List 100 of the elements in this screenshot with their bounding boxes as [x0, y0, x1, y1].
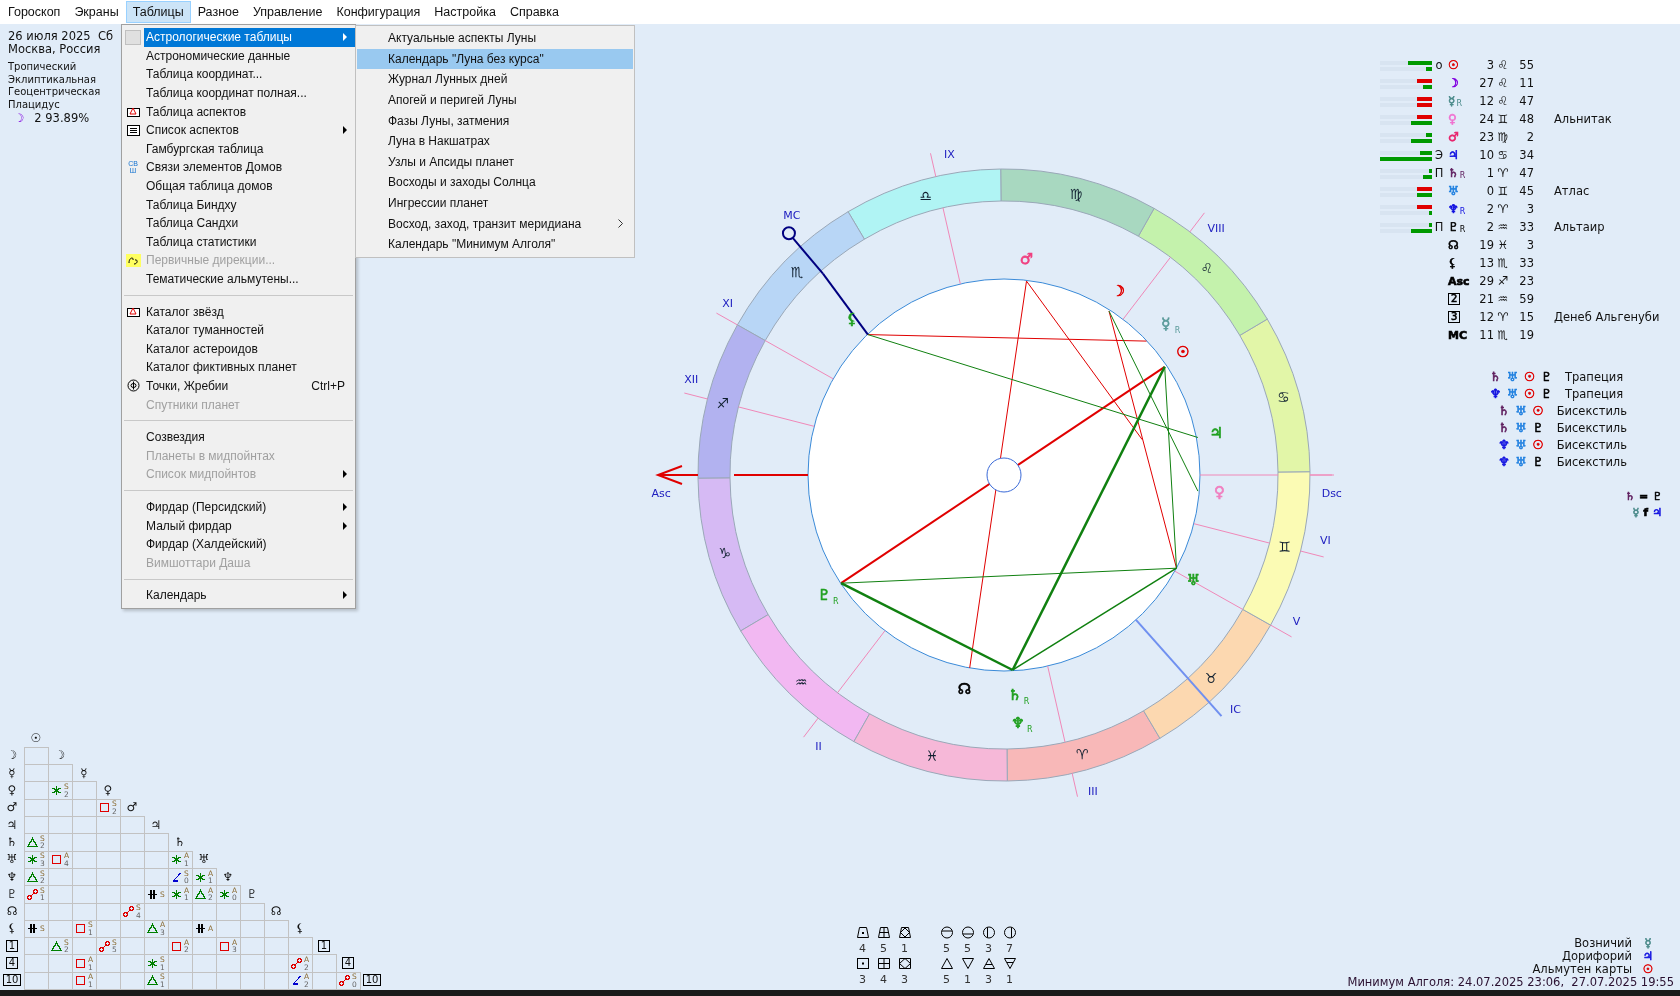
menu-item[interactable]: Узлы и Апсиды планет	[357, 151, 633, 173]
planet-glyph: ♇	[1540, 369, 1553, 384]
house-line	[837, 630, 886, 694]
sign-glyph: ♎	[919, 187, 933, 204]
menu-item[interactable]: Тематические альмутены...	[122, 269, 355, 289]
menu-item[interactable]: Малый фирдар	[122, 516, 355, 535]
menu-item[interactable]: Апогей и перигей Луны	[357, 89, 633, 111]
sign-glyph: ♋	[1277, 388, 1290, 405]
planet-glyph: ♄	[1497, 403, 1511, 418]
menu-item[interactable]: Луна в Накшатрах	[357, 130, 633, 152]
house-line	[1189, 212, 1205, 233]
menu-item[interactable]: Календарь "Минимум Алголя"	[357, 233, 633, 255]
minute-value: 19	[1518, 328, 1534, 342]
menu-item[interactable]: Каталог астероидов	[122, 339, 355, 359]
planet-glyph: ☿	[1643, 935, 1653, 950]
legend-symbol: ♇	[1652, 490, 1662, 505]
menu-item[interactable]: Таблица Биндху	[122, 195, 355, 214]
menu-bar-item[interactable]: Справка	[502, 1, 566, 23]
menu-item[interactable]: Восходы и заходы Солнца	[357, 172, 633, 193]
menu-item[interactable]: Календарь	[122, 586, 355, 605]
menu-item[interactable]: Каталог туманностей	[122, 320, 355, 340]
menu-item[interactable]: Актуальные аспекты Луны	[357, 28, 633, 49]
menu-item[interactable]: Фирдар (Персидский)	[122, 497, 355, 517]
menu-bar-item[interactable]: Разное	[190, 1, 246, 23]
chart-setting: Тропический	[8, 61, 77, 74]
planet-glyph: ♅	[1514, 437, 1528, 452]
planet-glyph: ♃	[1448, 148, 1459, 162]
menu-bar-item[interactable]: Настройка	[427, 1, 503, 23]
planet-glyph: ♄	[1007, 685, 1022, 704]
menu-item[interactable]: Таблица статистики	[122, 232, 355, 252]
degree-value: 11	[1478, 328, 1494, 342]
chart-setting: Плацидус	[8, 98, 60, 111]
menu-bar-item[interactable]: Гороскоп	[1, 1, 68, 23]
menu-item[interactable]: Таблица координат...	[122, 65, 355, 84]
planet-glyph: ♇	[1531, 454, 1545, 469]
summary-label: Дорифорий	[1562, 948, 1632, 963]
row-label: ☽	[5, 747, 19, 765]
menu-item[interactable]: Каталог звёзд	[122, 302, 355, 321]
planet-glyph: ♃	[1209, 424, 1223, 443]
house-label: Dsc	[1321, 487, 1342, 501]
planet-glyph: ♆	[1497, 437, 1511, 452]
planet-glyph: ⚸	[294, 920, 306, 938]
menu-item[interactable]: Календарь "Луна без курса"	[357, 48, 633, 70]
legend-symbol: ☿	[1632, 506, 1640, 521]
menu-item[interactable]: Фирдар (Халдейский)	[122, 534, 355, 554]
planet-glyph: ☉	[1523, 386, 1536, 401]
house-label: IC	[1229, 702, 1241, 716]
degree-value: 0	[1485, 184, 1494, 198]
menu-item[interactable]: Астрологические таблицы	[122, 28, 355, 47]
menu-item[interactable]: Таблица аспектов	[122, 102, 355, 121]
menu-item[interactable]: Восход, заход, транзит меридиана	[357, 213, 633, 234]
menu-item[interactable]: Гамбургская таблица	[122, 139, 355, 159]
menu-item[interactable]: Фазы Луны, затмения	[357, 110, 633, 131]
star-name: Альтаир	[1554, 220, 1606, 234]
chart-place: Москва, Россия	[8, 43, 101, 56]
menu-item[interactable]: Таблица Сандхи	[122, 213, 355, 233]
row-label: ♆	[5, 868, 19, 886]
degree-value: 2	[1485, 202, 1494, 216]
menu-bar-item[interactable]: Управление	[245, 1, 330, 23]
planet-glyph: ♆	[1489, 386, 1502, 401]
count-value: 3	[985, 973, 992, 986]
menu-item[interactable]: Таблица координат полная...	[122, 83, 355, 103]
planet-glyph: ♆	[221, 868, 235, 886]
menu-item[interactable]: Общая таблица домов	[122, 176, 355, 196]
minute-value: 2	[1525, 130, 1534, 144]
count-value: 5	[943, 942, 950, 955]
retrograde-mark: R	[1026, 724, 1033, 734]
menu-item[interactable]: Астрономические данные	[122, 46, 355, 66]
sign-glyph: ♐	[716, 395, 730, 411]
trapezoid-icon	[897, 926, 912, 939]
menu-bar-item[interactable]: Экраны	[67, 1, 126, 23]
count-value: 5	[880, 942, 887, 955]
planet-glyph: ♅	[1514, 454, 1528, 469]
menu-item[interactable]: Каталог фиктивных планет	[122, 358, 355, 377]
menu-bar-item[interactable]: Конфигурация	[329, 1, 428, 23]
planet-glyph: ♀	[102, 782, 114, 799]
house-label: IX	[944, 147, 955, 161]
row-label: ♅	[5, 851, 19, 868]
degree-value: 23	[1478, 130, 1494, 144]
planet-glyph: ♇	[1531, 420, 1545, 435]
menu-item[interactable]: Ингрессии планет	[357, 192, 633, 214]
center-circle	[986, 457, 1022, 493]
degree-value: 12	[1478, 310, 1494, 324]
squiggle-icon	[125, 253, 141, 267]
planet-glyph: ♃	[149, 816, 163, 834]
menu-item[interactable]: Список аспектов	[122, 120, 355, 140]
moon-phase: 2 93.89%	[34, 111, 90, 125]
minute-value: 3	[1525, 238, 1534, 252]
menu-bar-item[interactable]: Таблицы	[125, 1, 191, 23]
planet-glyph: ♀	[1448, 112, 1457, 126]
retrograde-mark: R	[1456, 99, 1462, 108]
planet-glyph: ♂	[1448, 130, 1459, 144]
menu-item[interactable]: Журнал Лунных дней	[357, 69, 633, 90]
row-label: ♀	[6, 782, 18, 799]
sign-glyph: ♏	[1496, 328, 1510, 342]
menu-item[interactable]: Созвездия	[122, 427, 355, 447]
sign-glyph: ♌	[1200, 259, 1214, 276]
planet-glyph: ☉	[1642, 961, 1654, 976]
pattern-name: Трапеция	[1565, 386, 1625, 401]
menu-item[interactable]: Точки, Жребии Ctrl+P	[122, 376, 355, 396]
